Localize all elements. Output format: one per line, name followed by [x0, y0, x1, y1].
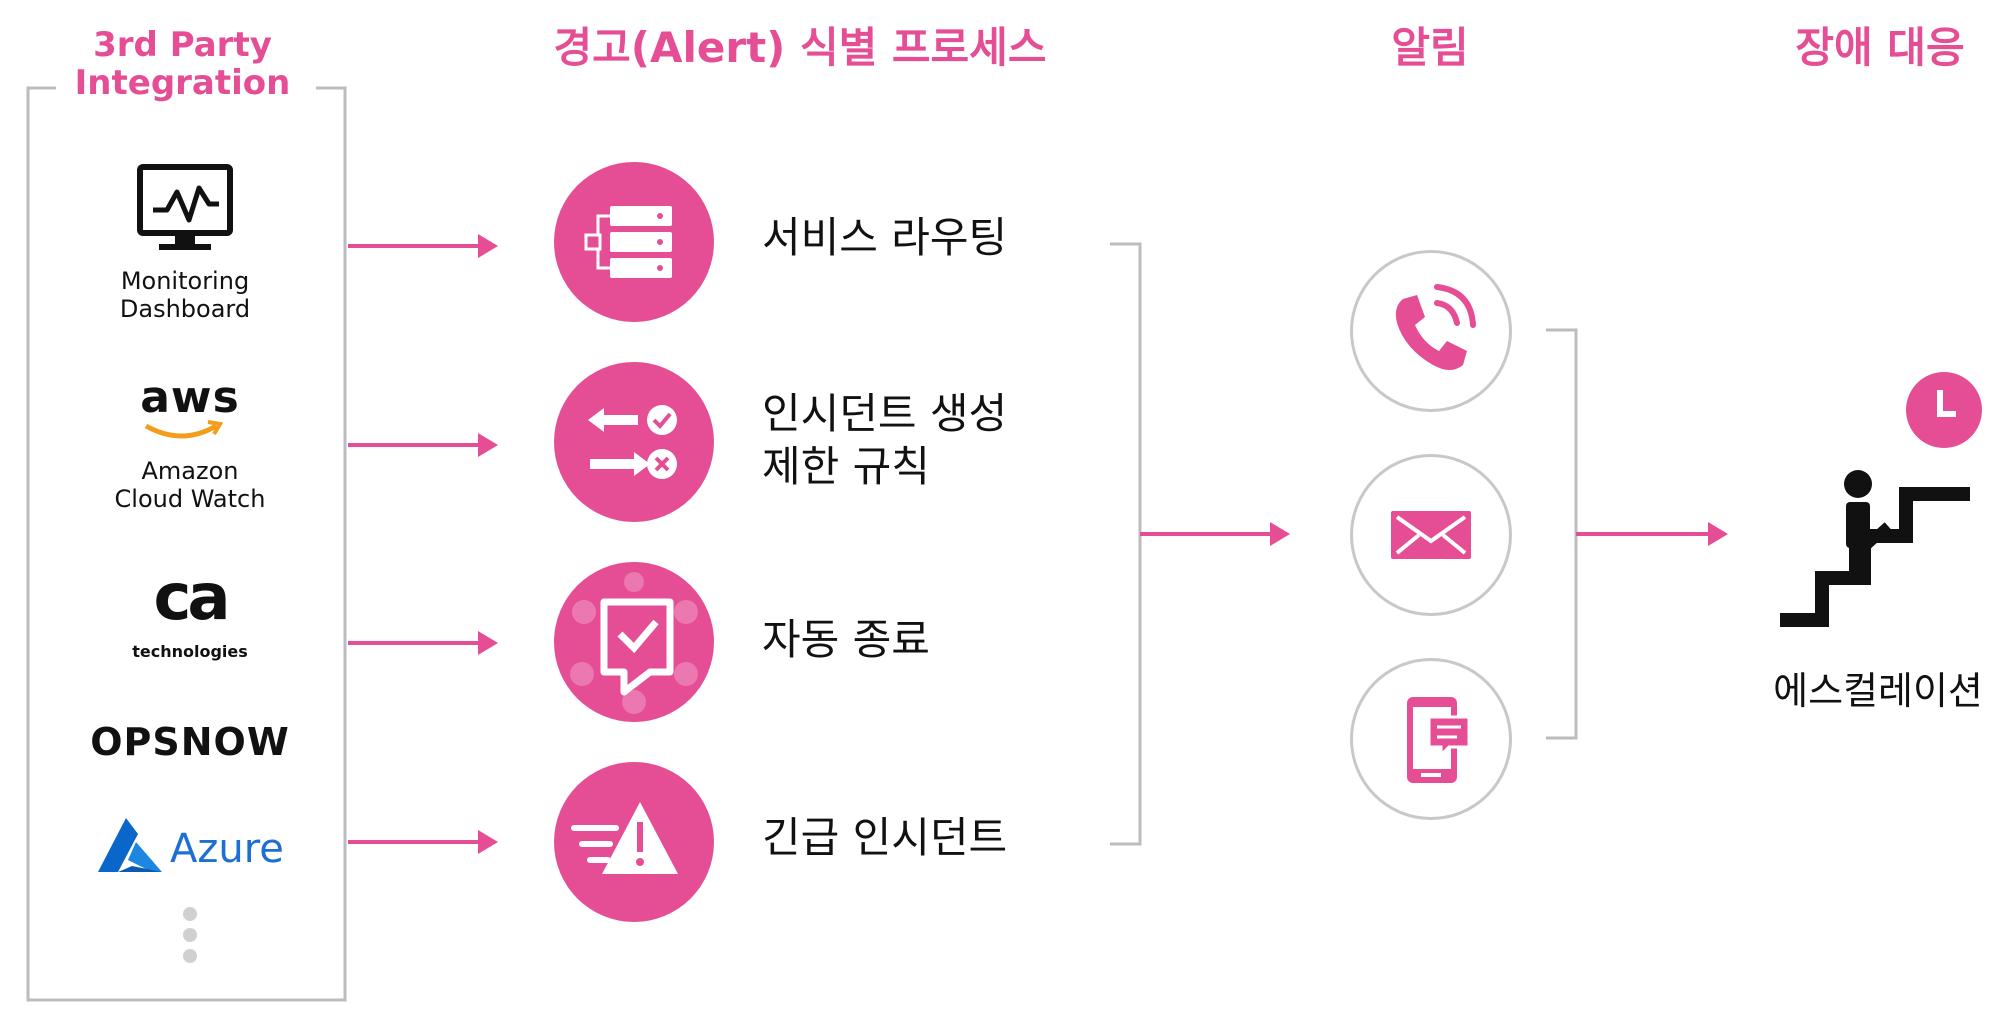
stairs-climb-icon	[1780, 470, 1970, 627]
notify-bracket	[1546, 328, 1728, 740]
escalation-label: 에스컬레이션	[1773, 669, 1983, 713]
clock-icon	[1906, 372, 1982, 448]
